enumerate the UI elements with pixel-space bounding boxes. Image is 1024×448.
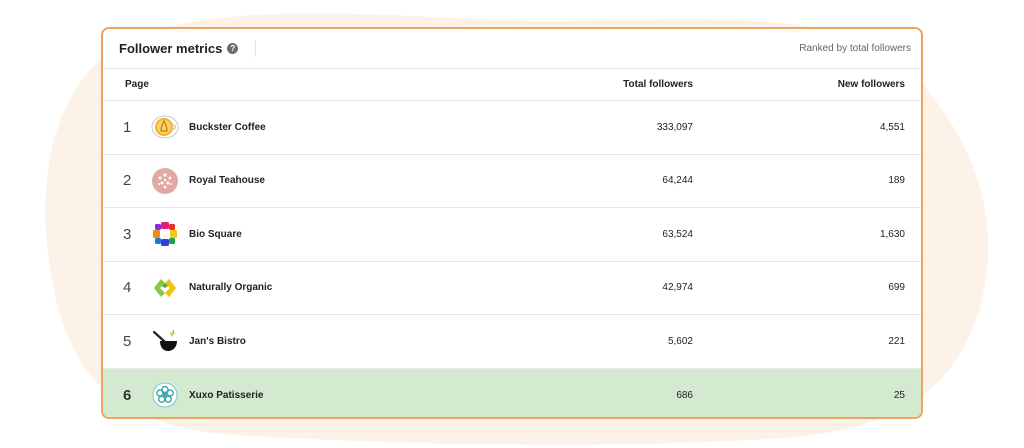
title-divider [255,40,257,57]
table-row-highlighted[interactable]: 6 Xuxo Patisserie 686 25 [103,368,921,417]
bistro-pan-logo-icon [151,327,179,355]
table-header: Page Total followers New followers [103,69,921,101]
total-followers-value: 64,244 [662,175,693,187]
rank-number: 6 [123,386,132,404]
column-header-total-followers[interactable]: Total followers [403,79,693,90]
title-wrap: Follower metrics ? [119,29,257,68]
rank-number: 1 [123,118,132,136]
page-name[interactable]: Buckster Coffee [189,122,266,133]
card-title: Follower metrics [119,41,223,56]
coffee-cup-logo-icon [151,113,179,141]
page-cell: 1 Buckster Coffee [103,113,403,141]
new-followers-value: 699 [888,282,905,294]
new-followers-value: 221 [888,335,905,347]
bio-square-logo-icon [151,220,179,248]
rank-number: 3 [123,225,132,243]
follower-metrics-card: Follower metrics ? Ranked by total follo… [101,27,923,419]
rank-number: 5 [123,332,132,350]
page-name[interactable]: Jan's Bistro [189,336,246,347]
stage: Follower metrics ? Ranked by total follo… [0,0,1024,448]
page-name[interactable]: Xuxo Patisserie [189,390,263,401]
table-row[interactable]: 4 Naturally Organic 42,974 699 [103,262,921,315]
tea-blossom-logo-icon [151,167,179,195]
total-followers-value: 333,097 [656,121,693,133]
table-row[interactable]: 3 Bio Square 63,524 1,630 [103,208,921,262]
table-row[interactable]: 5 Jan's Bistro 5,602 221 [103,315,921,369]
table-row[interactable]: 1 Buckster Coffee 333,097 4,551 [103,101,921,155]
total-followers-value: 63,524 [662,228,693,240]
new-followers-value: 4,551 [879,121,905,133]
page-name[interactable]: Bio Square [189,229,242,240]
patisserie-flower-logo-icon [151,381,179,409]
new-followers-value: 25 [893,389,905,401]
ranking-subtitle: Ranked by total followers [799,43,911,54]
rank-number: 2 [123,172,132,190]
column-header-page[interactable]: Page [103,79,403,90]
page-name[interactable]: Royal Teahouse [189,175,265,186]
page-name[interactable]: Naturally Organic [189,282,272,293]
table-body: 1 Buckster Coffee 333,097 4,551 2 Royal … [103,101,921,417]
page-cell: 5 Jan's Bistro [103,327,403,355]
total-followers-value: 5,602 [667,335,693,347]
page-cell: 4 Naturally Organic [103,274,403,302]
naturally-organic-logo-icon [151,274,179,302]
rank-number: 4 [123,279,132,297]
page-cell: 3 Bio Square [103,220,403,248]
column-header-new-followers[interactable]: New followers [693,79,921,90]
card-header: Follower metrics ? Ranked by total follo… [103,29,921,69]
help-circle-icon[interactable]: ? [227,43,239,54]
new-followers-value: 189 [888,175,905,187]
total-followers-value: 686 [676,389,693,401]
table-row[interactable]: 2 Royal Teahouse 64,244 189 [103,155,921,208]
page-cell: 6 Xuxo Patisserie [103,381,403,409]
total-followers-value: 42,974 [662,282,693,294]
new-followers-value: 1,630 [879,228,905,240]
page-cell: 2 Royal Teahouse [103,167,403,195]
